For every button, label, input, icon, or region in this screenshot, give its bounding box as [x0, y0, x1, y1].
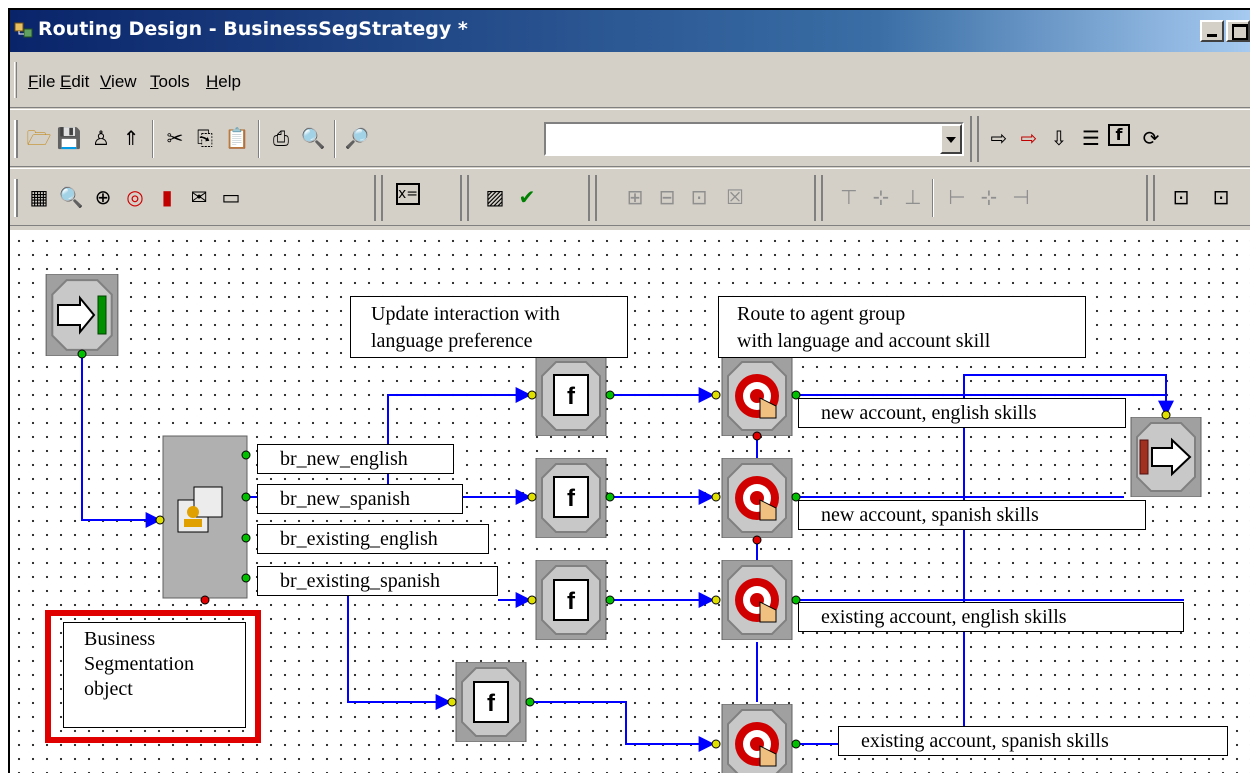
branch-label-new-english[interactable]: br_new_english: [257, 444, 454, 474]
branch-connector: [347, 590, 452, 710]
function-connector: [530, 701, 715, 752]
target-label-new-english[interactable]: new account, english skills: [798, 398, 1126, 428]
entry-block[interactable]: [44, 274, 120, 356]
target-label-existing-english[interactable]: existing account, english skills: [798, 602, 1184, 632]
route-target-block[interactable]: [720, 704, 794, 773]
route-target-block[interactable]: [720, 560, 794, 640]
svg-text:f: f: [567, 588, 576, 615]
update-interaction-note[interactable]: Update interaction with language prefere…: [350, 296, 628, 358]
route-target-block[interactable]: [720, 356, 794, 436]
exit-block[interactable]: [1129, 417, 1203, 497]
target-label-existing-spanish[interactable]: existing account, spanish skills: [838, 726, 1228, 756]
branch-label-existing-spanish[interactable]: br_existing_spanish: [257, 566, 498, 596]
function-block[interactable]: f: [534, 458, 608, 538]
target-label-new-spanish[interactable]: new account, spanish skills: [798, 500, 1146, 530]
branch-label-existing-english[interactable]: br_existing_english: [257, 524, 489, 554]
route-target-block[interactable]: [720, 458, 794, 538]
business-segmentation-block[interactable]: [162, 435, 248, 599]
route-to-agent-note[interactable]: Route to agent group with language and a…: [718, 296, 1086, 358]
function-block[interactable]: f: [454, 662, 528, 742]
svg-text:f: f: [567, 383, 576, 410]
svg-text:f: f: [487, 690, 496, 717]
branch-label-new-spanish[interactable]: br_new_spanish: [257, 484, 463, 514]
function-block[interactable]: f: [534, 560, 608, 640]
function-block[interactable]: f: [534, 356, 608, 436]
start-connector: [81, 356, 162, 528]
svg-text:f: f: [567, 485, 576, 512]
highlight-box: [45, 610, 261, 743]
